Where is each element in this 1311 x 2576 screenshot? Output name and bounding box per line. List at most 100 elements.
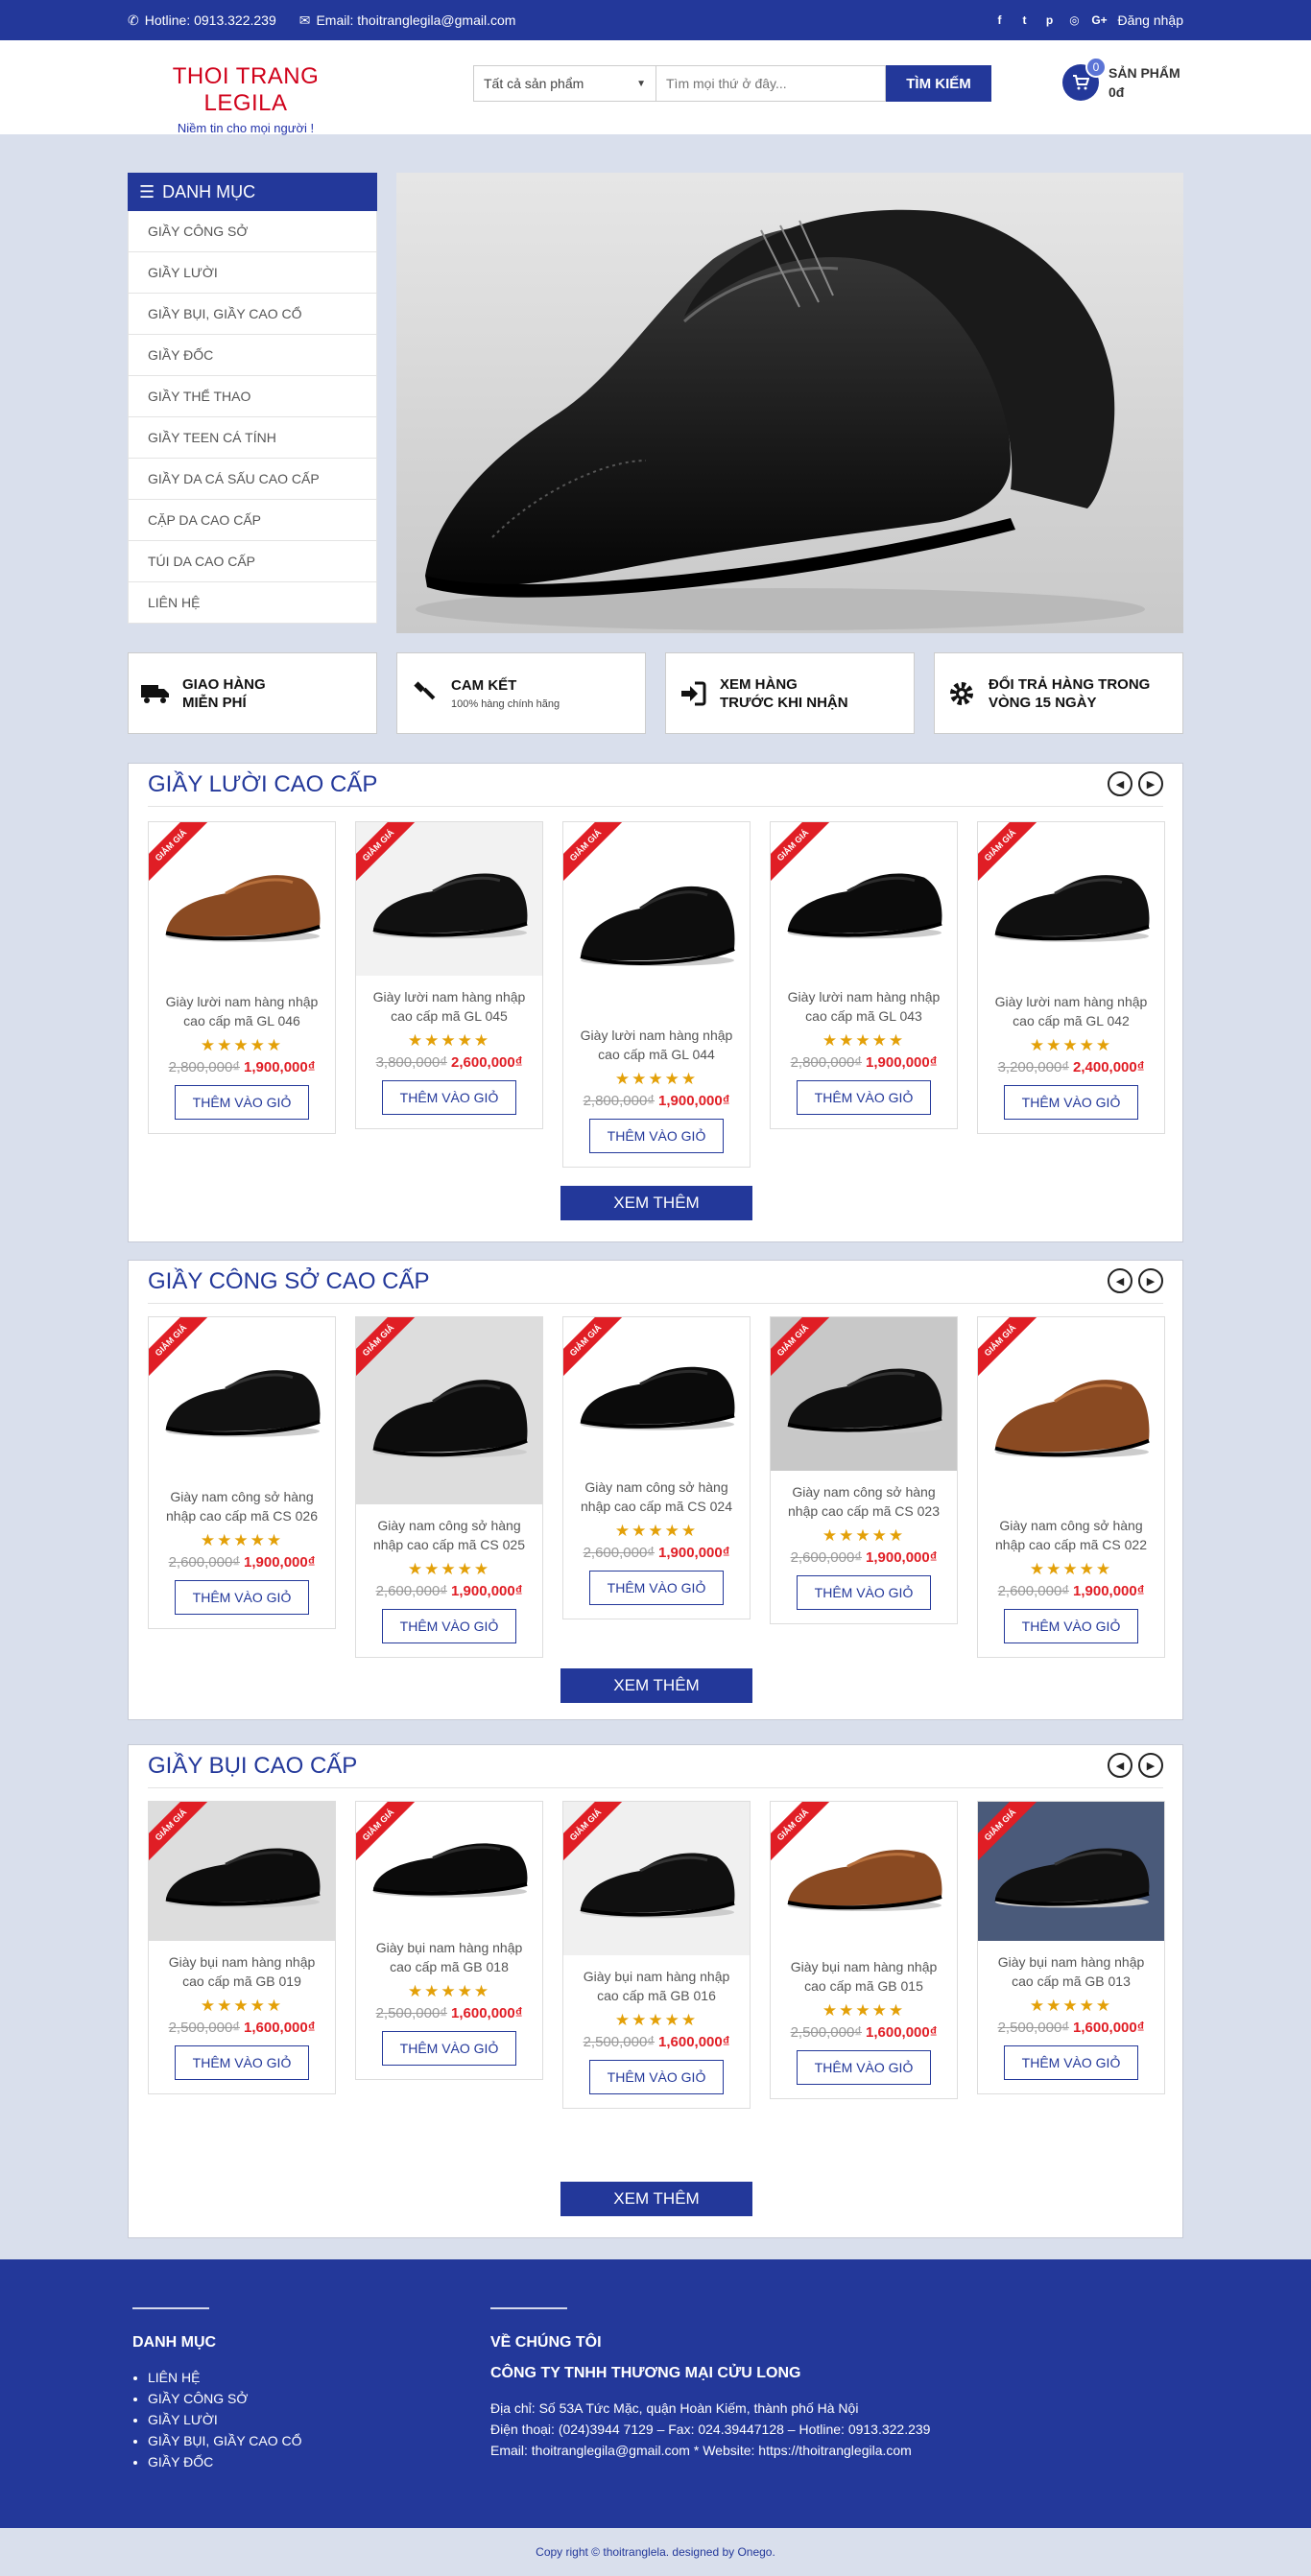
- prev-arrow-icon[interactable]: ◀: [1108, 1753, 1132, 1778]
- product-image[interactable]: GIẢM GIÁ: [978, 1802, 1164, 1941]
- product-card[interactable]: GIẢM GIÁ Giày bụi nam hàng nhập cao cấp mã…: [562, 1801, 751, 2109]
- feature-box[interactable]: CAM KẾT 100% hàng chính hãng: [396, 652, 646, 734]
- product-card[interactable]: GIẢM GIÁ Giày nam công sở hàng nhập cao cấ…: [355, 1316, 543, 1658]
- sidebar-item[interactable]: GIẦY DA CÁ SẤU CAO CẤP: [128, 459, 377, 500]
- product-card[interactable]: GIẢM GIÁ Giày lười nam hàng nhập cao cấp m…: [148, 821, 336, 1134]
- view-more-button[interactable]: XEM THÊM: [560, 2182, 752, 2216]
- product-image[interactable]: GIẢM GIÁ: [771, 1317, 957, 1471]
- footer-category-link[interactable]: GIẦY LƯỜI: [148, 2409, 302, 2430]
- product-name[interactable]: Giày nam công sở hàng nhập cao cấp mã CS …: [563, 1477, 750, 1516]
- instagram-icon[interactable]: ◎: [1067, 13, 1081, 27]
- twitter-icon[interactable]: t: [1017, 13, 1031, 27]
- product-image[interactable]: GIẢM GIÁ: [771, 1802, 957, 1946]
- sidebar-item[interactable]: TÚI DA CAO CẤP: [128, 541, 377, 582]
- hero-banner[interactable]: [396, 173, 1183, 633]
- email-contact[interactable]: ✉ Email: thoitranglegila@gmail.com: [299, 12, 516, 29]
- product-image[interactable]: GIẢM GIÁ: [563, 822, 750, 1014]
- product-card[interactable]: GIẢM GIÁ Giày nam công sở hàng nhập cao cấ…: [148, 1316, 336, 1629]
- sidebar-item[interactable]: GIẦY LƯỜI: [128, 252, 377, 294]
- product-image[interactable]: GIẢM GIÁ: [563, 1317, 750, 1466]
- product-card[interactable]: GIẢM GIÁ Giày lười nam hàng nhập cao cấp m…: [355, 821, 543, 1129]
- product-card[interactable]: GIẢM GIÁ Giày bụi nam hàng nhập cao cấp mã…: [977, 1801, 1165, 2094]
- product-card[interactable]: GIẢM GIÁ Giày bụi nam hàng nhập cao cấp mã…: [770, 1801, 958, 2099]
- login-link[interactable]: Đăng nhập: [1117, 12, 1183, 28]
- footer-category-link[interactable]: LIÊN HỆ: [148, 2367, 302, 2388]
- product-image[interactable]: GIẢM GIÁ: [356, 1802, 542, 1926]
- product-card[interactable]: GIẢM GIÁ Giày nam công sở hàng nhập cao cấ…: [977, 1316, 1165, 1658]
- search-input[interactable]: [656, 65, 886, 102]
- product-image[interactable]: GIẢM GIÁ: [978, 822, 1164, 981]
- product-card[interactable]: GIẢM GIÁ Giày lười nam hàng nhập cao cấp m…: [770, 821, 958, 1129]
- view-more-button[interactable]: XEM THÊM: [560, 1186, 752, 1220]
- sidebar-item[interactable]: GIẦY TEEN CÁ TÍNH: [128, 417, 377, 459]
- add-to-cart-button[interactable]: THÊM VÀO GIỎ: [797, 1575, 931, 1610]
- product-name[interactable]: Giày nam công sở hàng nhập cao cấp mã CS …: [771, 1482, 957, 1521]
- add-to-cart-button[interactable]: THÊM VÀO GIỎ: [382, 1609, 516, 1643]
- add-to-cart-button[interactable]: THÊM VÀO GIỎ: [1004, 1085, 1138, 1120]
- add-to-cart-button[interactable]: THÊM VÀO GIỎ: [1004, 2045, 1138, 2080]
- product-image[interactable]: GIẢM GIÁ: [149, 822, 335, 981]
- product-card[interactable]: GIẢM GIÁ Giày bụi nam hàng nhập cao cấp mã…: [148, 1801, 336, 2094]
- add-to-cart-button[interactable]: THÊM VÀO GIỎ: [797, 2050, 931, 2085]
- product-name[interactable]: Giày bụi nam hàng nhập cao cấp mã GB 013: [978, 1952, 1164, 1991]
- product-name[interactable]: Giày lười nam hàng nhập cao cấp mã GL 045: [356, 987, 542, 1026]
- logo[interactable]: THOI TRANG LEGILA Niềm tin cho mọi người…: [135, 63, 356, 135]
- feature-box[interactable]: GIAO HÀNG MIỄN PHÍ: [128, 652, 377, 734]
- section-title[interactable]: GIẦY LƯỜI CAO CẤP: [148, 771, 377, 798]
- add-to-cart-button[interactable]: THÊM VÀO GIỎ: [589, 1119, 724, 1153]
- section-title[interactable]: GIẦY CÔNG SỞ CAO CẤP: [148, 1268, 430, 1295]
- view-more-button[interactable]: XEM THÊM: [560, 1668, 752, 1703]
- sidebar-item[interactable]: GIẦY CÔNG SỞ: [128, 211, 377, 252]
- product-image[interactable]: GIẢM GIÁ: [771, 822, 957, 976]
- next-arrow-icon[interactable]: ▶: [1138, 1753, 1163, 1778]
- search-category-select[interactable]: Tất cả sản phẩm ▼: [473, 65, 656, 102]
- facebook-icon[interactable]: f: [992, 13, 1006, 27]
- next-arrow-icon[interactable]: ▶: [1138, 1268, 1163, 1293]
- product-image[interactable]: GIẢM GIÁ: [563, 1802, 750, 1955]
- product-name[interactable]: Giày lười nam hàng nhập cao cấp mã GL 042: [978, 992, 1164, 1030]
- footer-category-link[interactable]: GIẦY CÔNG SỞ: [148, 2388, 302, 2409]
- add-to-cart-button[interactable]: THÊM VÀO GIỎ: [382, 2031, 516, 2066]
- sidebar-item[interactable]: GIẦY THỂ THAO: [128, 376, 377, 417]
- prev-arrow-icon[interactable]: ◀: [1108, 1268, 1132, 1293]
- sidebar-item[interactable]: GIẦY ĐỐC: [128, 335, 377, 376]
- product-name[interactable]: Giày bụi nam hàng nhập cao cấp mã GB 016: [563, 1967, 750, 2005]
- product-image[interactable]: GIẢM GIÁ: [149, 1317, 335, 1476]
- add-to-cart-button[interactable]: THÊM VÀO GIỎ: [589, 1571, 724, 1605]
- hotline[interactable]: ✆ Hotline: 0913.322.239: [128, 12, 276, 29]
- add-to-cart-button[interactable]: THÊM VÀO GIỎ: [175, 1580, 309, 1615]
- product-card[interactable]: GIẢM GIÁ Giày nam công sở hàng nhập cao cấ…: [770, 1316, 958, 1624]
- product-image[interactable]: GIẢM GIÁ: [356, 1317, 542, 1504]
- product-image[interactable]: GIẢM GIÁ: [356, 822, 542, 976]
- cart[interactable]: 0 SẢN PHẨM 0đ: [1062, 57, 1180, 102]
- product-name[interactable]: Giày lười nam hàng nhập cao cấp mã GL 044: [563, 1026, 750, 1064]
- sidebar-item[interactable]: GIẦY BỤI, GIẦY CAO CỔ: [128, 294, 377, 335]
- product-card[interactable]: GIẢM GIÁ Giày lười nam hàng nhập cao cấp m…: [977, 821, 1165, 1134]
- product-image[interactable]: GIẢM GIÁ: [149, 1802, 335, 1941]
- product-name[interactable]: Giày lười nam hàng nhập cao cấp mã GL 043: [771, 987, 957, 1026]
- footer-category-link[interactable]: GIẦY BỤI, GIẦY CAO CỔ: [148, 2430, 302, 2451]
- product-name[interactable]: Giày nam công sở hàng nhập cao cấp mã CS …: [978, 1516, 1164, 1554]
- prev-arrow-icon[interactable]: ◀: [1108, 771, 1132, 796]
- sidebar-item[interactable]: CẶP DA CAO CẤP: [128, 500, 377, 541]
- product-card[interactable]: GIẢM GIÁ Giày nam công sở hàng nhập cao cấ…: [562, 1316, 751, 1619]
- add-to-cart-button[interactable]: THÊM VÀO GIỎ: [175, 2045, 309, 2080]
- add-to-cart-button[interactable]: THÊM VÀO GIỎ: [175, 1085, 309, 1120]
- product-name[interactable]: Giày nam công sở hàng nhập cao cấp mã CS …: [356, 1516, 542, 1554]
- product-name[interactable]: Giày nam công sở hàng nhập cao cấp mã CS …: [149, 1487, 335, 1525]
- pinterest-icon[interactable]: p: [1042, 13, 1056, 27]
- product-name[interactable]: Giày lười nam hàng nhập cao cấp mã GL 046: [149, 992, 335, 1030]
- google-plus-icon[interactable]: G+: [1091, 13, 1107, 27]
- add-to-cart-button[interactable]: THÊM VÀO GIỎ: [589, 2060, 724, 2094]
- product-card[interactable]: GIẢM GIÁ Giày lười nam hàng nhập cao cấp m…: [562, 821, 751, 1168]
- sidebar-item[interactable]: LIÊN HỆ: [128, 582, 377, 624]
- footer-email[interactable]: Email: thoitranglegila@gmail.com * Websi…: [490, 2440, 930, 2461]
- add-to-cart-button[interactable]: THÊM VÀO GIỎ: [1004, 1609, 1138, 1643]
- feature-box[interactable]: XEM HÀNG TRƯỚC KHI NHẬN: [665, 652, 915, 734]
- product-name[interactable]: Giày bụi nam hàng nhập cao cấp mã GB 018: [356, 1938, 542, 1976]
- product-card[interactable]: GIẢM GIÁ Giày bụi nam hàng nhập cao cấp mã…: [355, 1801, 543, 2080]
- product-name[interactable]: Giày bụi nam hàng nhập cao cấp mã GB 019: [149, 1952, 335, 1991]
- footer-category-link[interactable]: GIẦY ĐỐC: [148, 2451, 302, 2472]
- section-title[interactable]: GIẦY BỤI CAO CẤP: [148, 1753, 357, 1780]
- next-arrow-icon[interactable]: ▶: [1138, 771, 1163, 796]
